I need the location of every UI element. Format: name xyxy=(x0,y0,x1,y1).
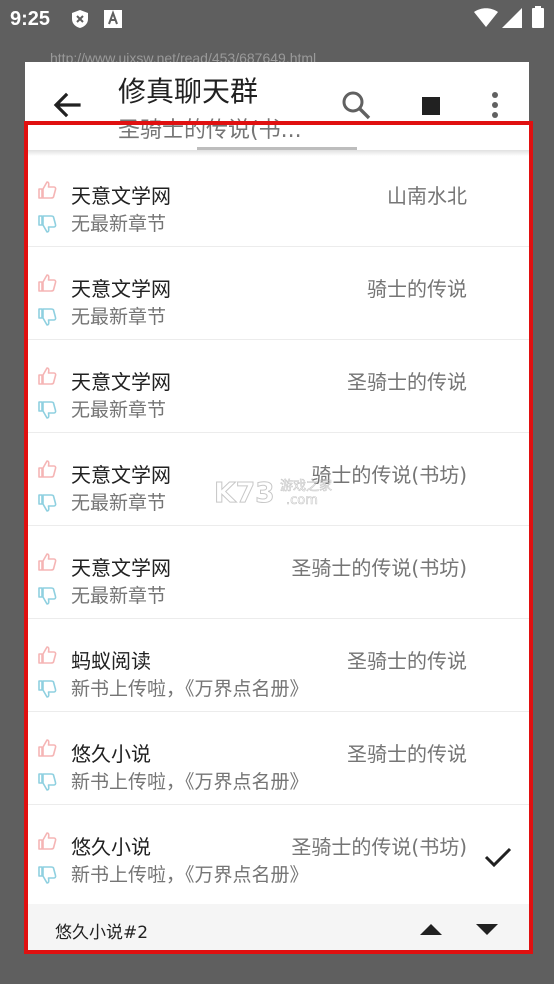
latest-chapter: 新书上传啦，《万界点名册》 xyxy=(71,864,309,886)
search-icon xyxy=(342,91,371,120)
thumb-down-icon[interactable] xyxy=(37,493,57,513)
source-row[interactable]: 悠久小说新书上传啦，《万界点名册》 圣骑士的传说 xyxy=(25,712,529,805)
thumb-down-icon[interactable] xyxy=(37,586,57,606)
current-source-label: 悠久小说#2 xyxy=(55,923,149,943)
book-name: 圣骑士的传说(书坊) xyxy=(291,556,467,580)
thumb-down-icon[interactable] xyxy=(37,307,57,327)
book-name: 圣骑士的传说 xyxy=(347,370,467,394)
source-list: 天意文学网 无最新章节 山南水北 天意文学网 无最新章节 骑士的传说 天意文学网 无最新章节圣… xyxy=(25,154,529,899)
source-name: 悠久小说 xyxy=(71,742,151,766)
stop-button[interactable] xyxy=(411,86,451,126)
font-a-icon xyxy=(104,9,122,33)
signal-icon xyxy=(502,8,522,33)
book-name: 圣骑士的传说 xyxy=(347,649,467,673)
back-button[interactable] xyxy=(47,86,87,126)
status-time: 9:25 xyxy=(10,8,51,30)
thumb-down-icon[interactable] xyxy=(37,865,57,885)
stop-icon xyxy=(422,97,440,115)
source-name: 蚂蚁阅读 xyxy=(71,649,151,673)
thumb-down-icon[interactable] xyxy=(37,679,57,699)
thumb-up-icon[interactable] xyxy=(37,831,57,851)
source-name: 天意文学网 xyxy=(71,277,171,301)
book-name: 山南水北 xyxy=(387,184,467,208)
check-icon xyxy=(483,845,513,869)
wifi-icon xyxy=(474,8,498,33)
thumb-up-icon[interactable] xyxy=(37,738,57,758)
source-name: 天意文学网 xyxy=(71,370,171,394)
thumb-up-icon[interactable] xyxy=(37,273,57,293)
thumb-up-icon[interactable] xyxy=(37,366,57,386)
thumb-up-icon[interactable] xyxy=(37,552,57,572)
latest-chapter: 无最新章节 xyxy=(71,306,167,328)
source-row[interactable]: 蚂蚁阅读新书上传啦，《万界点名册》 圣骑士的传说 xyxy=(25,619,529,712)
source-name: 天意文学网 xyxy=(71,184,171,208)
source-row[interactable]: 天意文学网无最新章节 骑士的传说 xyxy=(25,247,529,340)
thumb-up-icon[interactable] xyxy=(37,459,57,479)
book-name: 圣骑士的传说(书坊) xyxy=(291,835,467,859)
search-button[interactable] xyxy=(337,86,377,126)
source-name: 悠久小说 xyxy=(71,835,151,859)
bottom-bar: 悠久小说#2 xyxy=(25,904,529,954)
arrow-back-icon xyxy=(53,92,81,118)
status-bar: 9:25 xyxy=(0,0,554,38)
latest-chapter: 无最新章节 xyxy=(71,585,167,607)
more-vert-icon xyxy=(492,92,498,118)
source-row[interactable]: 天意文学网无最新章节 骑士的传说(书坊) xyxy=(25,433,529,526)
toolbar: 修真聊天群 圣骑士的传说(书... xyxy=(25,62,529,150)
scroll-up-button[interactable] xyxy=(417,920,445,938)
latest-chapter: 无最新章节 xyxy=(71,399,167,421)
scroll-down-button[interactable] xyxy=(473,920,501,938)
thumb-up-icon[interactable] xyxy=(37,645,57,665)
source-row[interactable]: 悠久小说新书上传啦，《万界点名册》 圣骑士的传说(书坊) xyxy=(25,805,529,899)
source-row[interactable]: 天意文学网无最新章节 山南水北 xyxy=(25,154,529,247)
source-name: 天意文学网 xyxy=(71,556,171,580)
source-name: 天意文学网 xyxy=(71,463,171,487)
triangle-down-icon xyxy=(476,924,498,935)
latest-chapter: 新书上传啦，《万界点名册》 xyxy=(71,678,309,700)
thumb-down-icon[interactable] xyxy=(37,772,57,792)
change-source-dialog: 修真聊天群 圣骑士的传说(书... 天意文学网 无最新章节 山南水北 天意文学网 无最新… xyxy=(25,62,529,954)
triangle-up-icon xyxy=(420,924,442,935)
thumb-up-icon[interactable] xyxy=(37,180,57,200)
source-row[interactable]: 天意文学网无最新章节 圣骑士的传说 xyxy=(25,340,529,433)
book-name: 骑士的传说(书坊) xyxy=(311,463,467,487)
latest-chapter: 无最新章节 xyxy=(71,213,167,235)
battery-icon xyxy=(532,6,544,33)
latest-chapter: 新书上传啦，《万界点名册》 xyxy=(71,771,309,793)
thumb-down-icon[interactable] xyxy=(37,400,57,420)
book-name: 圣骑士的传说 xyxy=(347,742,467,766)
more-menu-button[interactable] xyxy=(475,86,515,126)
book-name: 骑士的传说 xyxy=(367,277,467,301)
page-title: 修真聊天群 xyxy=(118,75,259,108)
latest-chapter: 无最新章节 xyxy=(71,492,167,514)
source-row[interactable]: 天意文学网无最新章节 圣骑士的传说(书坊) xyxy=(25,526,529,619)
shield-icon xyxy=(70,9,90,34)
page-subtitle: 圣骑士的传说(书... xyxy=(118,118,302,143)
thumb-down-icon[interactable] xyxy=(37,214,57,234)
